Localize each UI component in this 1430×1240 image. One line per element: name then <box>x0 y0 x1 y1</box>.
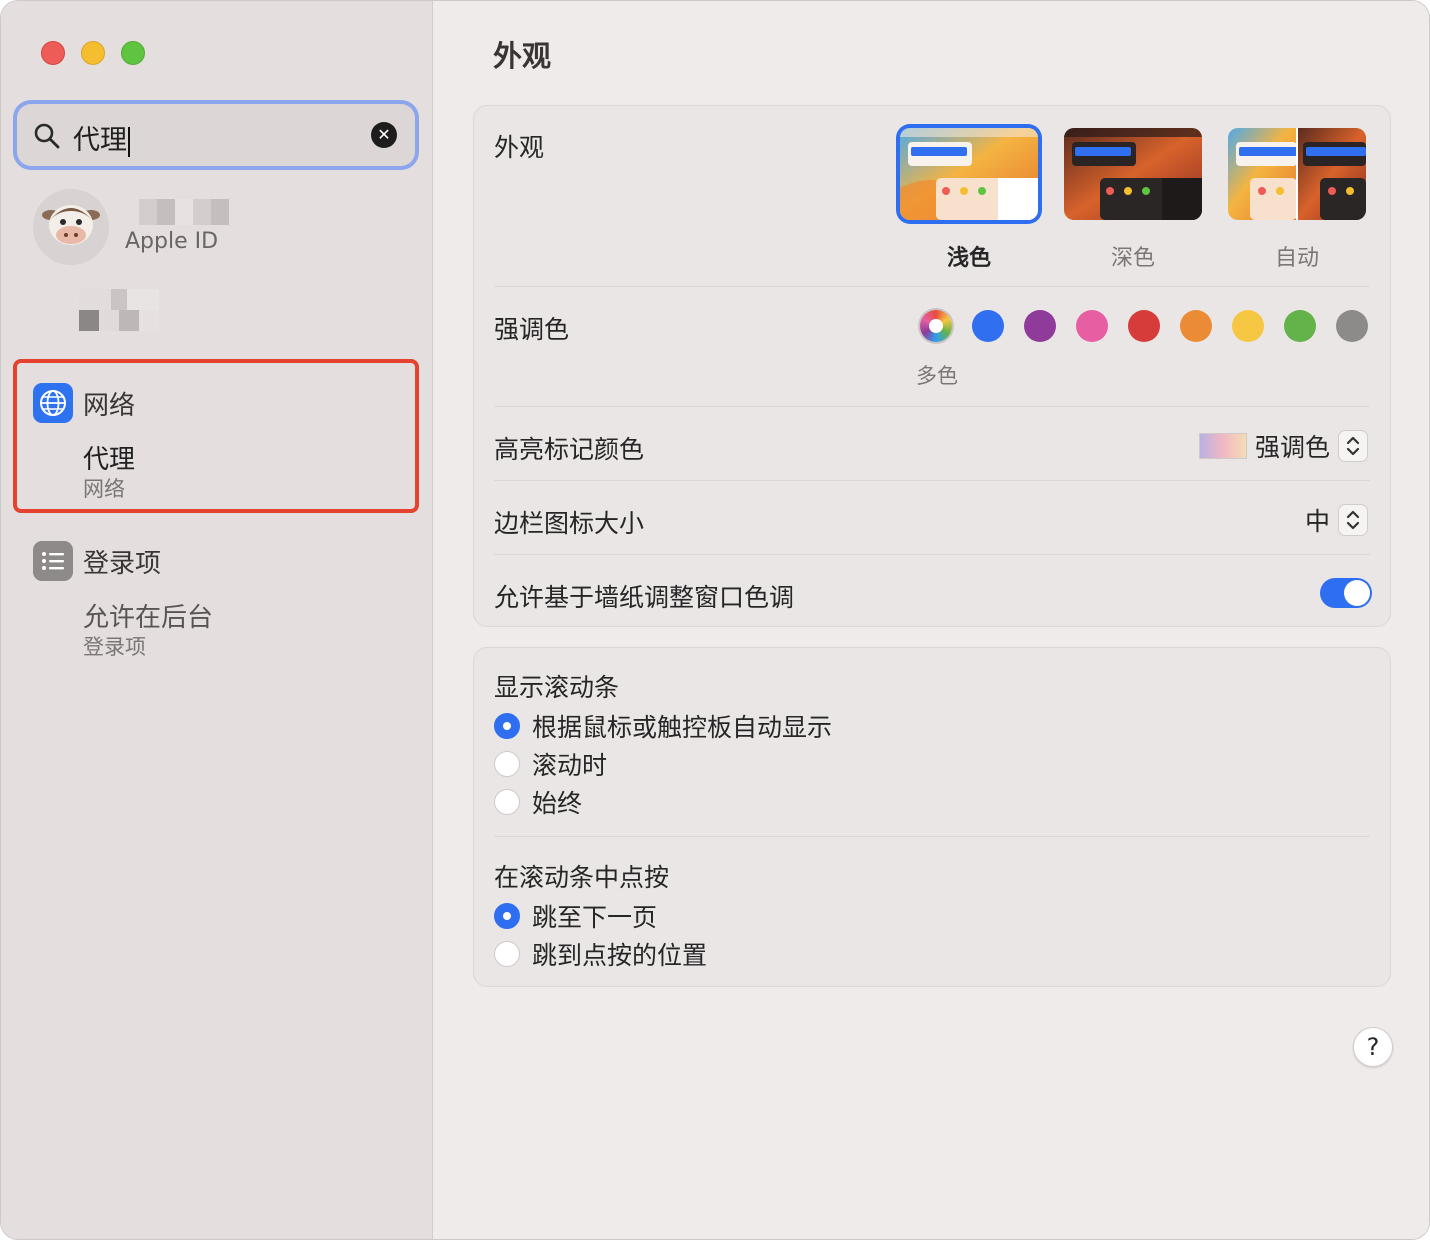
click-scrollbar-label: 在滚动条中点按 <box>494 863 670 892</box>
accent-yellow[interactable] <box>1232 310 1264 342</box>
annotation-highlight-box <box>13 359 419 513</box>
radio-option-label: 跳到点按的位置 <box>532 941 708 970</box>
radio-option-clicked-spot[interactable]: 跳到点按的位置 <box>494 936 707 972</box>
radio-option-label: 跳至下一页 <box>532 903 658 932</box>
sidebar: 代理 ✕ Apple ID 网络 代理 网络 登录项 允许在后台 登录项 <box>1 1 433 1239</box>
radio-option-label: 根据鼠标或触控板自动显示 <box>532 713 833 742</box>
settings-window: 代理 ✕ Apple ID 网络 代理 网络 登录项 允许在后台 登录项 外观 … <box>0 0 1430 1240</box>
radio-option-label: 滚动时 <box>532 751 608 780</box>
appearance-option-auto[interactable]: 自动 <box>1226 128 1368 272</box>
sidebar-item-label: 登录项 <box>83 549 162 579</box>
light-theme-thumbnail <box>900 128 1038 220</box>
highlight-color-swatch <box>1198 433 1247 459</box>
radio-option-when-scrolling[interactable]: 滚动时 <box>494 746 607 782</box>
close-window-button[interactable] <box>41 41 65 65</box>
sidebar-item-label: 网络 <box>83 391 136 421</box>
accent-orange[interactable] <box>1180 310 1212 342</box>
radio-option-auto[interactable]: 根据鼠标或触控板自动显示 <box>494 708 832 744</box>
highlight-color-popup[interactable]: 强调色 <box>1198 428 1368 464</box>
accent-pink[interactable] <box>1076 310 1108 342</box>
page-title: 外观 <box>493 39 552 73</box>
clear-search-icon[interactable]: ✕ <box>371 122 397 148</box>
accent-red[interactable] <box>1128 310 1160 342</box>
accent-color-label: 强调色 <box>494 315 570 344</box>
accent-selected-name: 多色 <box>916 364 958 388</box>
appearance-panel: 外观 浅色 深色 自动 强调色 多色 高亮标记颜色 强调色 边栏图标大小 中 允… <box>473 105 1391 627</box>
accent-multicolor[interactable] <box>920 310 952 342</box>
account-detail-redacted <box>79 289 159 331</box>
account-name-redacted <box>139 199 229 225</box>
auto-theme-thumbnail <box>1228 128 1366 220</box>
accent-green[interactable] <box>1284 310 1316 342</box>
search-result-section: 登录项 <box>83 635 146 659</box>
sidebar-icon-size-label: 边栏图标大小 <box>494 509 645 538</box>
radio-button[interactable] <box>494 789 520 815</box>
main-pane: 外观 外观 浅色 深色 自动 强调色 多色 高亮标记颜色 强调色 边栏图标大小 … <box>433 1 1429 1239</box>
dark-theme-thumbnail <box>1064 128 1202 220</box>
radio-option-label: 始终 <box>532 789 583 818</box>
highlight-color-label: 高亮标记颜色 <box>494 435 645 464</box>
search-field[interactable]: 代理 ✕ <box>17 104 415 166</box>
sidebar-icon-size-value: 中 <box>1304 507 1330 536</box>
avatar <box>33 189 109 265</box>
appearance-option-label: 深色 <box>1110 246 1155 271</box>
scrollbar-panel: 显示滚动条 根据鼠标或触控板自动显示 滚动时 始终 在滚动条中点按 跳至下一页 <box>473 647 1391 987</box>
accent-graphite[interactable] <box>1336 310 1368 342</box>
radio-button[interactable] <box>494 903 520 929</box>
search-result-section: 网络 <box>83 477 125 501</box>
accent-blue[interactable] <box>972 310 1004 342</box>
appearance-option-label: 浅色 <box>946 246 991 271</box>
sidebar-icon-size-popup[interactable]: 中 <box>1305 502 1368 538</box>
appearance-label: 外观 <box>494 133 545 162</box>
search-icon <box>34 123 60 149</box>
help-button[interactable]: ? <box>1353 1027 1393 1067</box>
radio-button[interactable] <box>494 941 520 967</box>
appearance-option-dark[interactable]: 深色 <box>1062 128 1204 272</box>
wallpaper-tint-toggle[interactable] <box>1320 578 1372 608</box>
apple-id-label: Apple ID <box>125 229 219 254</box>
wallpaper-tint-label: 允许基于墙纸调整窗口色调 <box>494 583 795 612</box>
search-result-title: 允许在后台 <box>83 603 214 633</box>
radio-option-always[interactable]: 始终 <box>494 784 582 820</box>
search-result-title: 代理 <box>83 445 136 475</box>
radio-option-next-page[interactable]: 跳至下一页 <box>494 898 657 934</box>
appearance-option-light[interactable]: 浅色 <box>898 128 1040 272</box>
accent-purple[interactable] <box>1024 310 1056 342</box>
appearance-option-label: 自动 <box>1274 246 1319 271</box>
window-controls <box>41 41 145 65</box>
radio-button[interactable] <box>494 713 520 739</box>
show-scrollbars-label: 显示滚动条 <box>494 673 620 702</box>
minimize-window-button[interactable] <box>81 41 105 65</box>
zoom-window-button[interactable] <box>121 41 145 65</box>
accent-color-swatches <box>920 310 1368 342</box>
radio-button[interactable] <box>494 751 520 777</box>
highlight-color-value: 强调色 <box>1254 433 1330 462</box>
search-input[interactable]: 代理 <box>73 125 127 156</box>
popup-chevron-icon <box>1338 504 1368 536</box>
apple-id-account[interactable]: Apple ID <box>33 189 413 269</box>
popup-chevron-icon <box>1338 430 1368 462</box>
list-icon <box>33 541 73 581</box>
globe-icon <box>33 383 73 423</box>
